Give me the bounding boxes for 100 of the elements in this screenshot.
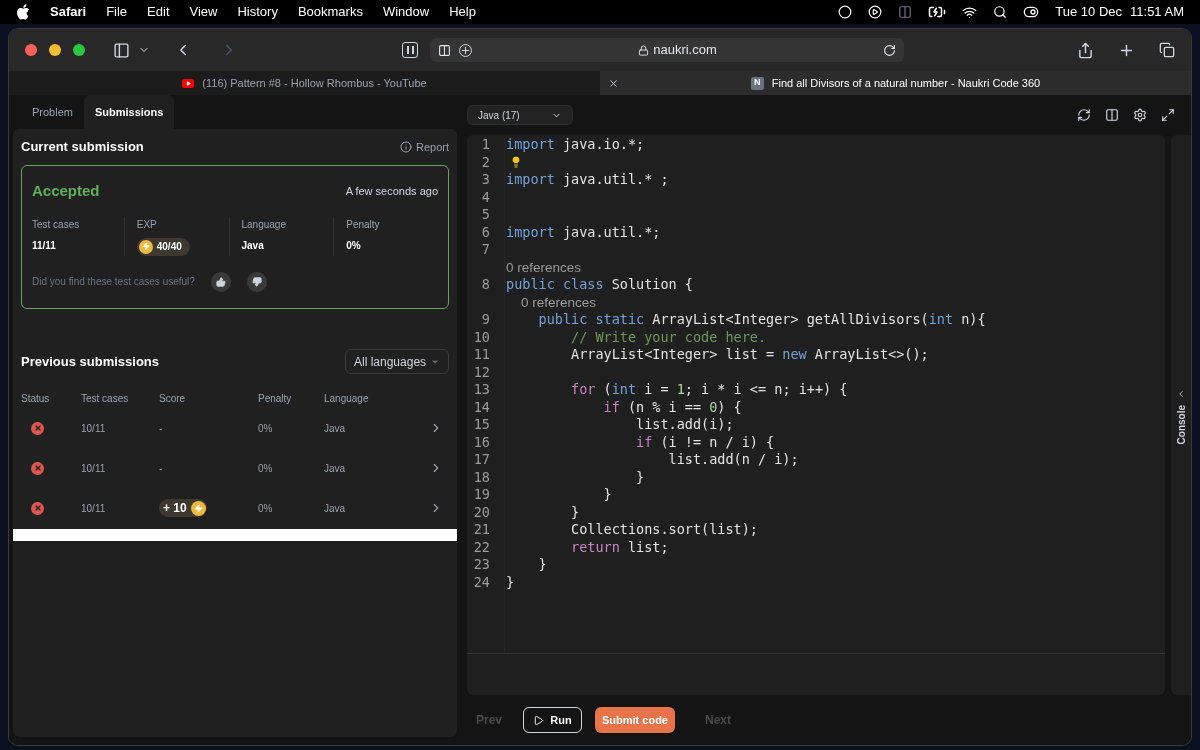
console-label: Console <box>1174 405 1188 445</box>
menu-item[interactable]: Window <box>382 2 430 22</box>
menu-time[interactable]: 11:51 AM <box>1130 2 1184 22</box>
references-label[interactable]: 0 references <box>506 259 582 275</box>
table-cell-text: 0% <box>258 421 274 436</box>
stat-value: 11/11 <box>32 238 57 253</box>
table-cell-text: Java <box>324 421 347 436</box>
column-header: Language <box>324 391 370 406</box>
fullscreen-icon[interactable] <box>1161 108 1175 122</box>
menu-item[interactable]: Bookmarks <box>297 2 363 22</box>
stat-label: Penalty <box>346 217 381 232</box>
code-line: } <box>635 468 645 486</box>
close-window-button[interactable] <box>25 44 37 56</box>
sidebar-icon[interactable] <box>113 41 130 59</box>
console-panel[interactable]: Console <box>1171 135 1191 695</box>
column-header: Score <box>159 391 187 406</box>
lock-icon <box>638 44 650 56</box>
share-icon[interactable] <box>1077 41 1094 59</box>
line-number: 24 <box>472 573 490 591</box>
line-number: 9 <box>480 311 490 329</box>
panel-tab[interactable]: Submissions <box>83 95 175 129</box>
menu-date[interactable]: Tue 10 Dec <box>1055 2 1123 22</box>
line-number: 7 <box>480 241 490 259</box>
page-menu-icon[interactable] <box>438 43 451 57</box>
menu-item[interactable]: Help <box>449 2 476 22</box>
line-number: 21 <box>472 521 490 539</box>
apple-logo-icon[interactable] <box>16 4 30 20</box>
video-favicon-icon <box>182 78 195 88</box>
line-number: 1 <box>480 136 490 154</box>
table-cell-text: Java <box>324 501 347 516</box>
code-line: } <box>570 503 580 521</box>
table-cell-text: 0% <box>258 461 274 476</box>
expand-icon[interactable] <box>1176 389 1186 399</box>
play-icon <box>533 714 545 726</box>
table-cell-text: 10/11 <box>81 501 107 516</box>
run-button[interactable]: Run <box>523 707 582 733</box>
status-text: Accepted <box>32 181 100 201</box>
code-line: ArrayList<Integer> list = new ArrayList<>(); <box>570 346 929 364</box>
code-line: import java.io.*; <box>506 136 645 154</box>
table-cell-text: 0% <box>258 501 274 516</box>
line-number: 4 <box>480 188 490 206</box>
play-status-icon[interactable] <box>868 5 883 19</box>
info-icon[interactable] <box>399 141 412 153</box>
line-number: 13 <box>472 381 490 399</box>
address-bar[interactable]: naukri.com <box>430 38 904 62</box>
submission-row[interactable]: 10/11 - 0% Java <box>21 408 449 448</box>
wifi-icon[interactable] <box>962 4 978 20</box>
stat-label: EXP <box>136 217 158 232</box>
code-line: return list; <box>570 538 669 556</box>
code-line: } <box>506 573 515 591</box>
stat-label: Language <box>241 217 287 232</box>
submission-row[interactable]: 10/11 + 10 0% Java <box>21 488 449 528</box>
tab-title: (116) Pattern #8 - Hollow Rhombus - YouTube <box>202 75 427 91</box>
line-number: 14 <box>472 398 490 416</box>
close-tab-icon[interactable] <box>608 77 619 89</box>
submission-time: A few seconds ago <box>345 184 438 199</box>
settings-icon[interactable] <box>1133 108 1147 122</box>
zoom-window-button[interactable] <box>73 44 85 56</box>
app-menu[interactable]: Safari <box>50 2 87 22</box>
line-number: 15 <box>472 416 490 434</box>
notion-extension-icon[interactable] <box>402 42 418 58</box>
code-line: list.add(n / i); <box>667 451 799 469</box>
thumbs-up-button[interactable] <box>210 271 231 292</box>
line-number: 23 <box>472 556 490 574</box>
thumbs-down-button[interactable] <box>246 271 267 292</box>
report-link[interactable]: Report <box>415 138 449 156</box>
line-number: 16 <box>472 433 490 451</box>
line-number: 5 <box>480 206 490 224</box>
lightning-coin-icon <box>138 239 153 254</box>
menu-item[interactable]: Edit <box>147 2 170 22</box>
menu-item[interactable]: History <box>237 2 278 22</box>
lightning-coin-icon <box>190 500 206 516</box>
column-header: Test cases <box>81 391 130 406</box>
reload-icon[interactable] <box>883 43 896 57</box>
reset-icon[interactable] <box>1077 108 1091 122</box>
language-dropdown[interactable]: Java (17) <box>467 105 573 125</box>
line-number: 8 <box>480 276 490 294</box>
layout-icon[interactable] <box>1105 108 1119 122</box>
panel-tab[interactable]: Problem <box>21 95 84 129</box>
control-center-icon[interactable] <box>1023 4 1040 20</box>
site-favicon: N <box>750 76 764 90</box>
code-line: } <box>537 556 547 574</box>
table-cell-text: Java <box>324 461 347 476</box>
window-status-icon[interactable] <box>898 5 913 19</box>
stat-value: Java <box>241 238 265 253</box>
browser-tab[interactable]: (116) Pattern #8 - Hollow Rhombus - YouTube <box>9 71 600 95</box>
language-filter-dropdown[interactable]: All languages <box>345 349 449 374</box>
minimize-window-button[interactable] <box>49 44 61 56</box>
search-icon[interactable] <box>993 5 1008 19</box>
submission-row[interactable]: 10/11 - 0% Java <box>21 448 449 488</box>
line-number: 11 <box>472 346 490 364</box>
menu-item[interactable]: File <box>106 2 128 22</box>
line-number: 20 <box>472 503 490 521</box>
references-label[interactable]: 0 references <box>506 294 597 310</box>
feedback-question: Did you find these test cases useful? <box>32 275 195 289</box>
browser-tab[interactable]: N Find all Divisors of a natural number - Naukri Code 360 <box>600 71 1191 95</box>
app-status-icon[interactable] <box>838 5 853 19</box>
menu-item[interactable]: View <box>189 2 218 22</box>
lightbulb-icon[interactable] <box>510 156 522 169</box>
tab-overview-icon[interactable] <box>1159 42 1175 58</box>
